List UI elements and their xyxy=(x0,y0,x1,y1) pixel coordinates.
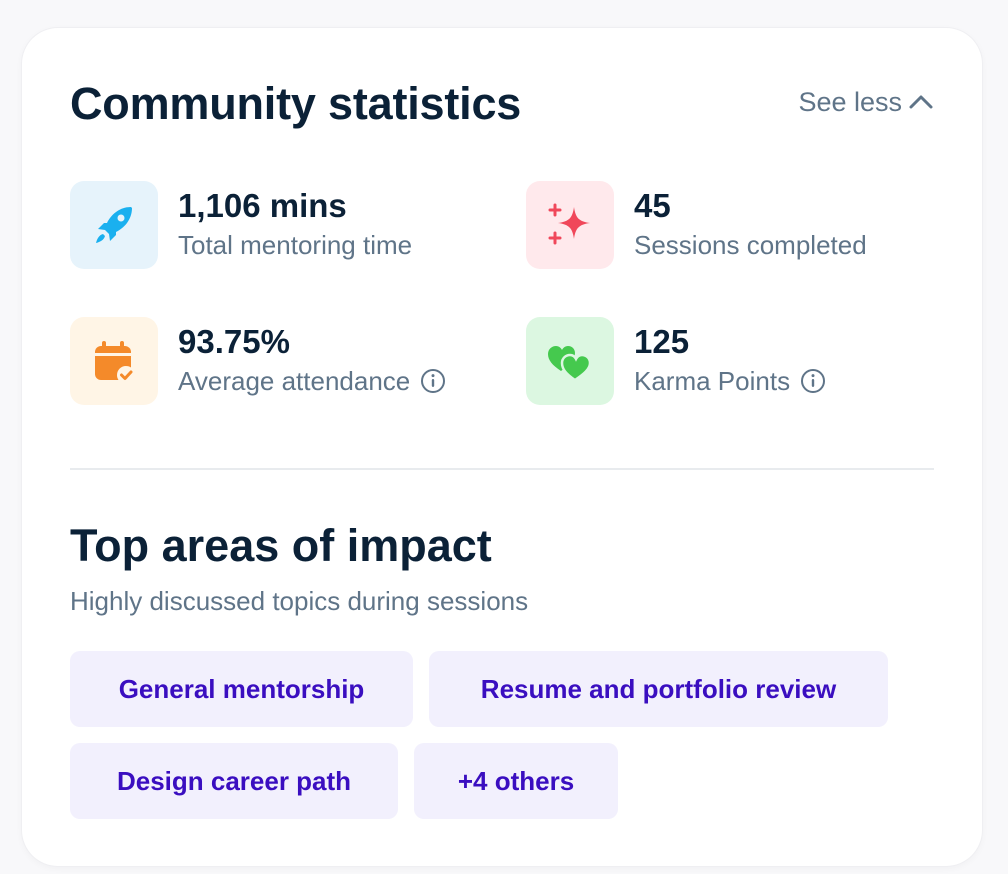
stat-total-mentoring-time: 1,106 mins Total mentoring time xyxy=(70,181,412,269)
info-icon[interactable] xyxy=(800,368,826,394)
see-less-button[interactable]: See less xyxy=(798,82,934,122)
see-less-label: See less xyxy=(798,87,902,117)
card-title: Community statistics xyxy=(70,78,522,129)
stat-label-text: Sessions completed xyxy=(634,230,867,260)
info-icon[interactable] xyxy=(420,368,446,394)
chevron-up-icon xyxy=(909,95,933,109)
stat-value: 93.75% xyxy=(178,323,290,360)
stat-value: 45 xyxy=(634,187,671,224)
chip-resume-portfolio-review[interactable]: Resume and portfolio review xyxy=(429,651,888,727)
chip-design-career-path[interactable]: Design career path xyxy=(70,743,398,819)
impact-subtitle: Highly discussed topics during sessions xyxy=(70,586,529,616)
stat-value: 1,106 mins xyxy=(178,187,347,224)
impact-title: Top areas of impact xyxy=(70,520,492,571)
sparkles-icon xyxy=(548,203,590,245)
stat-average-attendance: 93.75% Average attendance xyxy=(70,317,446,405)
stat-value: 125 xyxy=(634,323,690,360)
hearts-icon xyxy=(548,346,592,382)
section-divider xyxy=(70,468,934,470)
community-statistics-card: Community statistics See less 1,106 mins… xyxy=(22,28,982,866)
stat-icon-container xyxy=(526,181,614,269)
stat-icon-container xyxy=(70,181,158,269)
stat-label: Average attendance xyxy=(178,362,446,400)
stat-label: Sessions completed xyxy=(634,226,867,264)
stat-karma-points: 125 Karma Points xyxy=(526,317,826,405)
stat-label-text: Total mentoring time xyxy=(178,230,413,260)
stat-label: Total mentoring time xyxy=(178,226,412,264)
chip-more-others[interactable]: +4 others xyxy=(414,743,618,819)
chip-general-mentorship[interactable]: General mentorship xyxy=(70,651,413,727)
stat-icon-container xyxy=(526,317,614,405)
stat-label: Karma Points xyxy=(634,362,826,400)
calendar-check-icon xyxy=(95,341,135,384)
stat-icon-container xyxy=(70,317,158,405)
stat-label-text: Average attendance xyxy=(178,366,411,396)
stat-sessions-completed: 45 Sessions completed xyxy=(526,181,867,269)
stat-label-text: Karma Points xyxy=(634,366,791,396)
card-header: Community statistics See less xyxy=(70,76,934,132)
rocket-icon xyxy=(96,207,132,243)
